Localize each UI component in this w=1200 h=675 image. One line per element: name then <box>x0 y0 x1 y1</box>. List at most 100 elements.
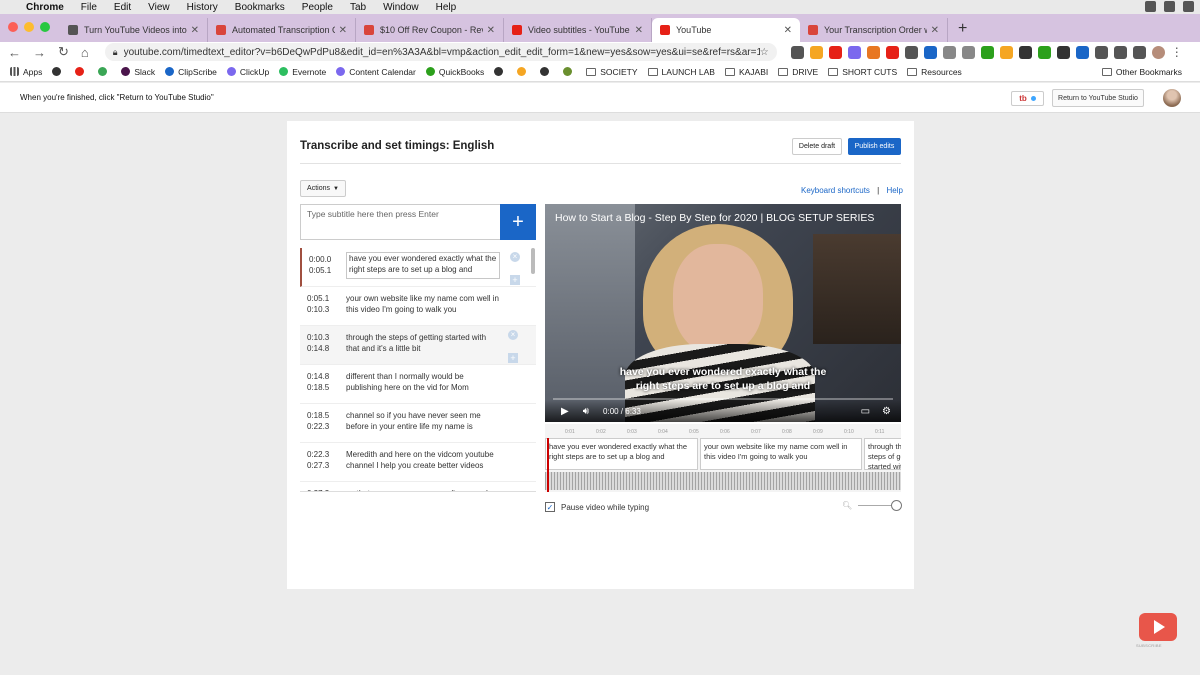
other-bookmarks[interactable]: Other Bookmarks <box>1101 67 1182 77</box>
captions-icon[interactable]: ▭ <box>861 406 870 417</box>
subtitle-times[interactable]: 0:18.5 0:22.3 <box>307 410 329 432</box>
delete-draft-button[interactable]: Delete draft <box>792 138 842 155</box>
cloud-icon[interactable] <box>1145 1 1156 12</box>
menu-view[interactable]: View <box>148 2 170 13</box>
extension-icon[interactable] <box>999 45 1013 59</box>
menu-history[interactable]: History <box>187 2 218 13</box>
subtitle-start-time[interactable]: 0:10.3 <box>307 332 329 343</box>
add-subtitle-button[interactable]: + <box>500 204 536 240</box>
bookmark-item[interactable]: LAUNCH LAB <box>647 67 715 77</box>
bookmark-item[interactable]: ClickUp <box>226 67 269 77</box>
subtitle-times[interactable]: 0:05.1 0:10.3 <box>307 293 329 315</box>
back-icon[interactable]: ← <box>8 45 21 60</box>
pause-while-typing-checkbox[interactable]: ✓ <box>545 502 555 512</box>
profile-avatar[interactable] <box>1151 45 1165 59</box>
zoom-slider-knob[interactable] <box>891 500 903 511</box>
video-title[interactable]: How to Start a Blog - Step By Step for 2… <box>555 212 874 224</box>
subscribe-button[interactable] <box>1139 613 1177 641</box>
subtitle-text[interactable]: Meredith and here on the vidcom youtube … <box>346 449 500 471</box>
delete-subtitle-icon[interactable]: × <box>510 252 520 262</box>
bookmark-item[interactable]: SOCIETY <box>586 67 638 77</box>
home-icon[interactable]: ⌂ <box>81 45 89 60</box>
subtitle-times[interactable]: 0:22.3 0:27.3 <box>307 449 329 471</box>
bookmark-item[interactable]: SHORT CUTS <box>828 67 897 77</box>
subtitle-input[interactable]: Type subtitle here then press Enter <box>300 204 500 240</box>
zoom-slider[interactable] <box>858 500 903 511</box>
subtitle-row[interactable]: 0:22.3 0:27.3 Meredith and here on the vid… <box>300 443 536 482</box>
close-window-icon[interactable] <box>8 22 18 32</box>
extension-icon[interactable] <box>1056 45 1070 59</box>
timeline-segment[interactable]: have you ever wondered exactly what the … <box>545 438 698 470</box>
subtitle-end-time[interactable]: 0:27.3 <box>307 460 329 471</box>
timeline-segment[interactable]: through the steps of getting started wit… <box>864 438 901 470</box>
pause-while-typing-option[interactable]: ✓ Pause video while typing <box>545 502 649 512</box>
forward-icon[interactable]: → <box>33 45 46 60</box>
bookmark-item[interactable] <box>494 67 507 76</box>
extension-icon[interactable] <box>885 45 899 59</box>
subtitle-list[interactable]: 0:00.0 0:05.1 have you ever wondered exact… <box>300 248 536 492</box>
dropbox-icon[interactable] <box>1164 1 1175 12</box>
bookmark-item[interactable] <box>98 67 111 76</box>
subtitle-start-time[interactable]: 0:22.3 <box>307 449 329 460</box>
bookmark-item[interactable]: QuickBooks <box>425 67 484 77</box>
bookmark-item[interactable]: KAJABI <box>724 67 768 77</box>
browser-tab[interactable]: Automated Transcription Checko ✕ <box>208 18 356 42</box>
close-tab-icon[interactable]: ✕ <box>931 25 939 36</box>
menu-chrome[interactable]: Chrome <box>26 2 64 13</box>
bookmark-item[interactable] <box>52 67 65 76</box>
browser-tab[interactable]: Video subtitles - YouTube Studio ✕ <box>504 18 652 42</box>
browser-tab[interactable]: $10 Off Rev Coupon - Rev ✕ <box>356 18 504 42</box>
close-tab-icon[interactable]: ✕ <box>339 25 347 36</box>
subtitle-row[interactable]: 0:00.0 0:05.1 have you ever wondered exact… <box>300 248 536 287</box>
bookmark-item[interactable]: Slack <box>121 67 155 77</box>
reload-icon[interactable]: ↻ <box>58 44 69 60</box>
close-tab-icon[interactable]: ✕ <box>784 25 792 36</box>
subtitle-list-scrollbar[interactable] <box>531 248 535 274</box>
extension-icon[interactable] <box>866 45 880 59</box>
insert-subtitle-icon[interactable]: + <box>510 275 520 285</box>
subtitle-start-time[interactable]: 0:05.1 <box>307 293 329 304</box>
browser-tab[interactable]: Your Transcription Order was Re ✕ <box>800 18 948 42</box>
bookmark-star-icon[interactable]: ☆ <box>760 47 769 58</box>
extension-icon[interactable] <box>1132 45 1146 59</box>
bookmark-item[interactable]: DRIVE <box>778 67 818 77</box>
extension-icon[interactable] <box>790 45 804 59</box>
close-tab-icon[interactable]: ✕ <box>487 25 495 36</box>
subtitle-text[interactable]: your own website like my name com well i… <box>346 293 500 315</box>
subtitle-start-time[interactable]: 0:27.3 <box>307 488 329 491</box>
subtitle-times[interactable]: 0:10.3 0:14.8 <box>307 332 329 354</box>
extension-icon[interactable] <box>1037 45 1051 59</box>
subtitle-end-time[interactable]: 0:18.5 <box>307 382 329 393</box>
tubebuddy-button[interactable]: tb <box>1011 91 1044 106</box>
subtitle-row[interactable]: 0:27.3 so that you can grow your audience… <box>300 482 536 491</box>
subtitle-end-time[interactable]: 0:14.8 <box>307 343 329 354</box>
subtitle-text[interactable]: different than I normally would be publi… <box>346 371 500 393</box>
subtitle-times[interactable]: 0:27.3 <box>307 488 329 491</box>
timeline[interactable]: 0:01 0:02 0:03 0:04 0:05 0:06 0:07 0:08 0:09 0:10… <box>545 424 901 492</box>
subtitle-start-time[interactable]: 0:18.5 <box>307 410 329 421</box>
play-icon[interactable]: ▶ <box>561 406 569 417</box>
bookmark-item[interactable]: Content Calendar <box>336 67 416 77</box>
extension-icon[interactable] <box>1075 45 1089 59</box>
menu-bookmarks[interactable]: Bookmarks <box>235 2 285 13</box>
bookmark-item[interactable] <box>75 67 88 76</box>
subtitle-text[interactable]: have you ever wondered exactly what the … <box>346 252 500 279</box>
return-to-studio-button[interactable]: Return to YouTube Studio <box>1052 89 1144 107</box>
extension-icon[interactable] <box>809 45 823 59</box>
subtitle-times[interactable]: 0:00.0 0:05.1 <box>309 254 331 276</box>
close-tab-icon[interactable]: ✕ <box>191 25 199 36</box>
bookmark-item[interactable]: Resources <box>907 67 962 77</box>
bookmark-item[interactable] <box>563 67 576 76</box>
extension-icon[interactable] <box>1113 45 1127 59</box>
subtitle-times[interactable]: 0:14.8 0:18.5 <box>307 371 329 393</box>
actions-dropdown[interactable]: Actions ▼ <box>300 180 346 197</box>
keyboard-shortcuts-link[interactable]: Keyboard shortcuts <box>801 186 870 195</box>
subtitle-row[interactable]: 0:10.3 0:14.8 through the steps of getting… <box>300 326 536 365</box>
extension-icon[interactable] <box>1094 45 1108 59</box>
menu-people[interactable]: People <box>302 2 333 13</box>
playhead[interactable] <box>547 438 549 492</box>
omnibox[interactable]: 🔒︎ youtube.com/timedtext_editor?v=b6DeQw… <box>104 43 777 61</box>
browser-tab[interactable]: YouTube ✕ <box>652 18 800 42</box>
menu-tab[interactable]: Tab <box>350 2 366 13</box>
subtitle-row[interactable]: 0:18.5 0:22.3 channel so if you have never… <box>300 404 536 443</box>
